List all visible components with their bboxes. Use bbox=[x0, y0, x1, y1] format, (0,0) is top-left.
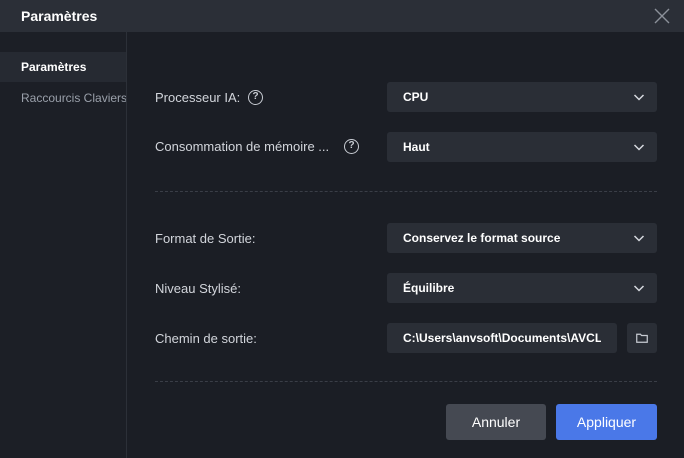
apply-button[interactable]: Appliquer bbox=[556, 404, 657, 440]
chevron-down-icon bbox=[633, 94, 645, 101]
memory-select[interactable]: Haut bbox=[387, 132, 657, 162]
sidebar-item-parametres[interactable]: Paramètres bbox=[0, 52, 126, 82]
chevron-down-icon bbox=[633, 285, 645, 292]
style-level-label: Niveau Stylisé: bbox=[155, 281, 241, 296]
help-icon[interactable]: ? bbox=[344, 139, 359, 154]
output-path-label: Chemin de sortie: bbox=[155, 331, 257, 346]
close-icon bbox=[654, 8, 670, 24]
ai-processor-select[interactable]: CPU bbox=[387, 82, 657, 112]
chevron-down-icon bbox=[633, 235, 645, 242]
output-path-field[interactable] bbox=[387, 323, 617, 353]
memory-label: Consommation de mémoire ... bbox=[155, 139, 330, 154]
browse-folder-button[interactable] bbox=[627, 323, 657, 353]
sidebar-item-raccourcis-claviers[interactable]: Raccourcis Claviers bbox=[0, 83, 126, 113]
divider bbox=[155, 381, 657, 382]
folder-icon bbox=[636, 333, 648, 343]
style-level-select[interactable]: Équilibre bbox=[387, 273, 657, 303]
style-level-value: Équilibre bbox=[403, 281, 455, 295]
output-format-value: Conservez le format source bbox=[403, 231, 561, 245]
sidebar: Paramètres Raccourcis Claviers bbox=[0, 32, 127, 458]
ai-processor-value: CPU bbox=[403, 90, 429, 104]
memory-value: Haut bbox=[403, 140, 430, 154]
help-icon[interactable]: ? bbox=[248, 90, 263, 105]
output-format-label: Format de Sortie: bbox=[155, 231, 256, 246]
ai-processor-label: Processeur IA: bbox=[155, 90, 241, 105]
close-button[interactable] bbox=[650, 4, 674, 28]
window-title: Paramètres bbox=[21, 8, 98, 24]
chevron-down-icon bbox=[633, 144, 645, 151]
cancel-button[interactable]: Annuler bbox=[446, 404, 546, 440]
title-bar: Paramètres bbox=[0, 0, 684, 32]
output-format-select[interactable]: Conservez le format source bbox=[387, 223, 657, 253]
divider bbox=[155, 191, 657, 192]
